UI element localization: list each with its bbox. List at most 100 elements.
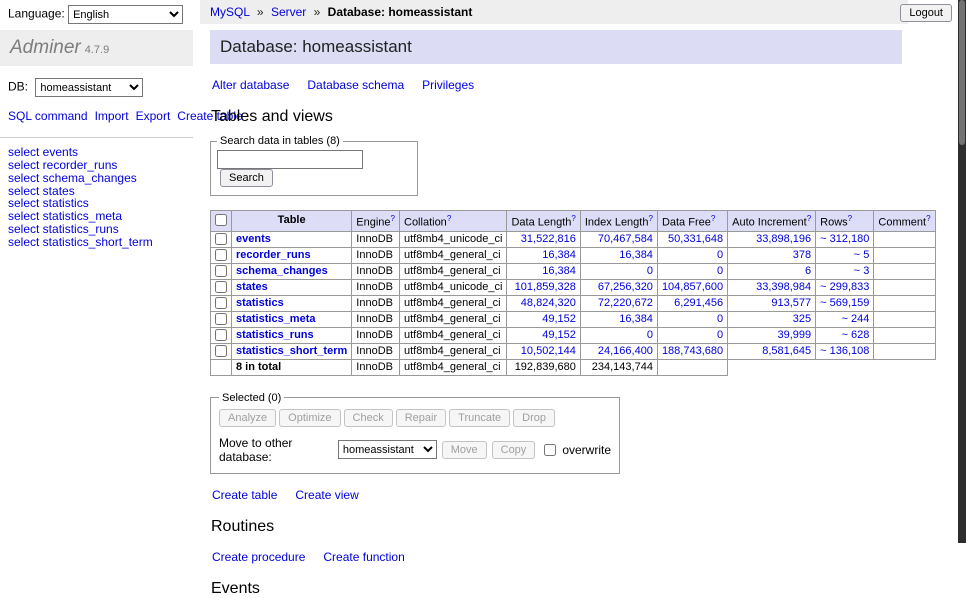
data-length-link[interactable]: 49,152 <box>542 329 576 341</box>
sidebar-link-import[interactable]: Import <box>95 109 129 123</box>
help-link[interactable]: ? <box>648 214 652 223</box>
link-create-view[interactable]: Create view <box>295 488 358 502</box>
auto-increment-link[interactable]: 8,581,645 <box>762 345 811 357</box>
sidebar-select-schema-changes[interactable]: select schema_changes <box>8 172 185 185</box>
rows-link[interactable]: ~ 569,159 <box>820 297 869 309</box>
link-create-procedure[interactable]: Create procedure <box>212 550 305 564</box>
truncate-button[interactable]: Truncate <box>449 409 510 427</box>
action-database-schema[interactable]: Database schema <box>307 78 404 92</box>
search-button[interactable]: Search <box>220 169 273 187</box>
sidebar-select-events[interactable]: select events <box>8 146 185 159</box>
auto-increment-link[interactable]: 913,577 <box>771 297 811 309</box>
rows-link[interactable]: ~ 299,833 <box>820 281 869 293</box>
data-free-link[interactable]: 104,857,600 <box>662 281 723 293</box>
sidebar-link-sql-command[interactable]: SQL command <box>8 109 88 123</box>
data-length-link[interactable]: 48,824,320 <box>521 297 576 309</box>
index-length-link[interactable]: 24,166,400 <box>598 345 653 357</box>
index-length-link[interactable]: 72,220,672 <box>598 297 653 309</box>
row-checkbox[interactable] <box>215 249 227 261</box>
row-checkbox[interactable] <box>215 233 227 245</box>
table-name-link[interactable]: events <box>236 233 271 245</box>
search-input[interactable] <box>217 150 363 169</box>
move-button[interactable]: Move <box>442 441 487 459</box>
help-link[interactable]: ? <box>391 214 395 223</box>
table-name-link[interactable]: states <box>236 281 268 293</box>
index-length-link[interactable]: 70,467,584 <box>598 233 653 245</box>
data-free-link[interactable]: 0 <box>717 265 723 277</box>
table-name-link[interactable]: statistics_meta <box>236 313 316 325</box>
data-free-link[interactable]: 50,331,648 <box>668 233 723 245</box>
scrollbar-thumb[interactable] <box>959 0 965 145</box>
breadcrumb-link-server[interactable]: Server <box>271 5 306 19</box>
data-free-link[interactable]: 6,291,456 <box>674 297 723 309</box>
repair-button[interactable]: Repair <box>396 409 446 427</box>
auto-increment-link[interactable]: 6 <box>805 265 811 277</box>
data-free-link[interactable]: 0 <box>717 313 723 325</box>
logout-button[interactable]: Logout <box>900 4 952 22</box>
analyze-button[interactable]: Analyze <box>219 409 276 427</box>
data-free-link[interactable]: 0 <box>717 329 723 341</box>
breadcrumb-link-mysql[interactable]: MySQL <box>210 5 250 19</box>
data-length-link[interactable]: 10,502,144 <box>521 345 576 357</box>
rows-link[interactable]: ~ 3 <box>854 265 870 277</box>
data-length-link[interactable]: 16,384 <box>542 249 576 261</box>
row-checkbox[interactable] <box>215 265 227 277</box>
data-length-link[interactable]: 16,384 <box>542 265 576 277</box>
table-name-link[interactable]: statistics_short_term <box>236 345 347 357</box>
table-name-link[interactable]: recorder_runs <box>236 249 311 261</box>
sidebar-link-export[interactable]: Export <box>136 109 171 123</box>
help-link[interactable]: ? <box>711 214 715 223</box>
rows-link[interactable]: ~ 312,180 <box>820 233 869 245</box>
index-length-link[interactable]: 16,384 <box>619 249 653 261</box>
drop-button[interactable]: Drop <box>513 409 555 427</box>
rows-link[interactable]: ~ 136,108 <box>820 345 869 357</box>
db-select[interactable]: homeassistant <box>35 78 143 97</box>
rows-link[interactable]: ~ 628 <box>842 329 870 341</box>
action-privileges[interactable]: Privileges <box>422 78 474 92</box>
auto-increment-link[interactable]: 33,898,196 <box>756 233 811 245</box>
index-length-link[interactable]: 0 <box>647 265 653 277</box>
page-scrollbar[interactable] <box>958 0 966 543</box>
auto-increment-link[interactable]: 33,398,984 <box>756 281 811 293</box>
overwrite-checkbox[interactable] <box>544 444 556 456</box>
row-checkbox[interactable] <box>215 329 227 341</box>
check-button[interactable]: Check <box>344 409 393 427</box>
language-select[interactable]: English <box>68 5 183 24</box>
row-checkbox[interactable] <box>215 345 227 357</box>
auto-increment-link[interactable]: 39,999 <box>778 329 812 341</box>
table-name-link[interactable]: schema_changes <box>236 265 328 277</box>
sidebar-select-statistics-short-term[interactable]: select statistics_short_term <box>8 236 185 249</box>
row-checkbox[interactable] <box>215 313 227 325</box>
help-link[interactable]: ? <box>571 214 575 223</box>
table-name-link[interactable]: statistics_runs <box>236 329 314 341</box>
rows-link[interactable]: ~ 5 <box>854 249 870 261</box>
row-checkbox[interactable] <box>215 297 227 309</box>
data-free-link[interactable]: 0 <box>717 249 723 261</box>
link-create-table[interactable]: Create table <box>212 488 277 502</box>
link-create-function[interactable]: Create function <box>323 550 404 564</box>
rows-link[interactable]: ~ 244 <box>842 313 870 325</box>
data-length-link[interactable]: 49,152 <box>542 313 576 325</box>
help-link[interactable]: ? <box>926 214 930 223</box>
data-free-link[interactable]: 188,743,680 <box>662 345 723 357</box>
select-all-checkbox[interactable] <box>215 214 227 226</box>
row-checkbox[interactable] <box>215 281 227 293</box>
index-length-link[interactable]: 16,384 <box>619 313 653 325</box>
auto-increment-link[interactable]: 378 <box>793 249 811 261</box>
action-alter-database[interactable]: Alter database <box>212 78 289 92</box>
move-db-select[interactable]: homeassistant <box>338 440 437 459</box>
help-link[interactable]: ? <box>807 214 811 223</box>
help-link[interactable]: ? <box>447 214 451 223</box>
data-length-link[interactable]: 31,522,816 <box>521 233 576 245</box>
table-name-link[interactable]: statistics <box>236 297 284 309</box>
sidebar-select-recorder-runs[interactable]: select recorder_runs <box>8 159 185 172</box>
help-link[interactable]: ? <box>848 214 852 223</box>
auto-increment-link[interactable]: 325 <box>793 313 811 325</box>
optimize-button[interactable]: Optimize <box>279 409 340 427</box>
data-length-link[interactable]: 101,859,328 <box>515 281 576 293</box>
app-name-link[interactable]: Adminer <box>10 37 81 58</box>
index-length-link[interactable]: 67,256,320 <box>598 281 653 293</box>
copy-button[interactable]: Copy <box>492 441 536 459</box>
row-checkbox-cell <box>211 343 232 359</box>
index-length-link[interactable]: 0 <box>647 329 653 341</box>
